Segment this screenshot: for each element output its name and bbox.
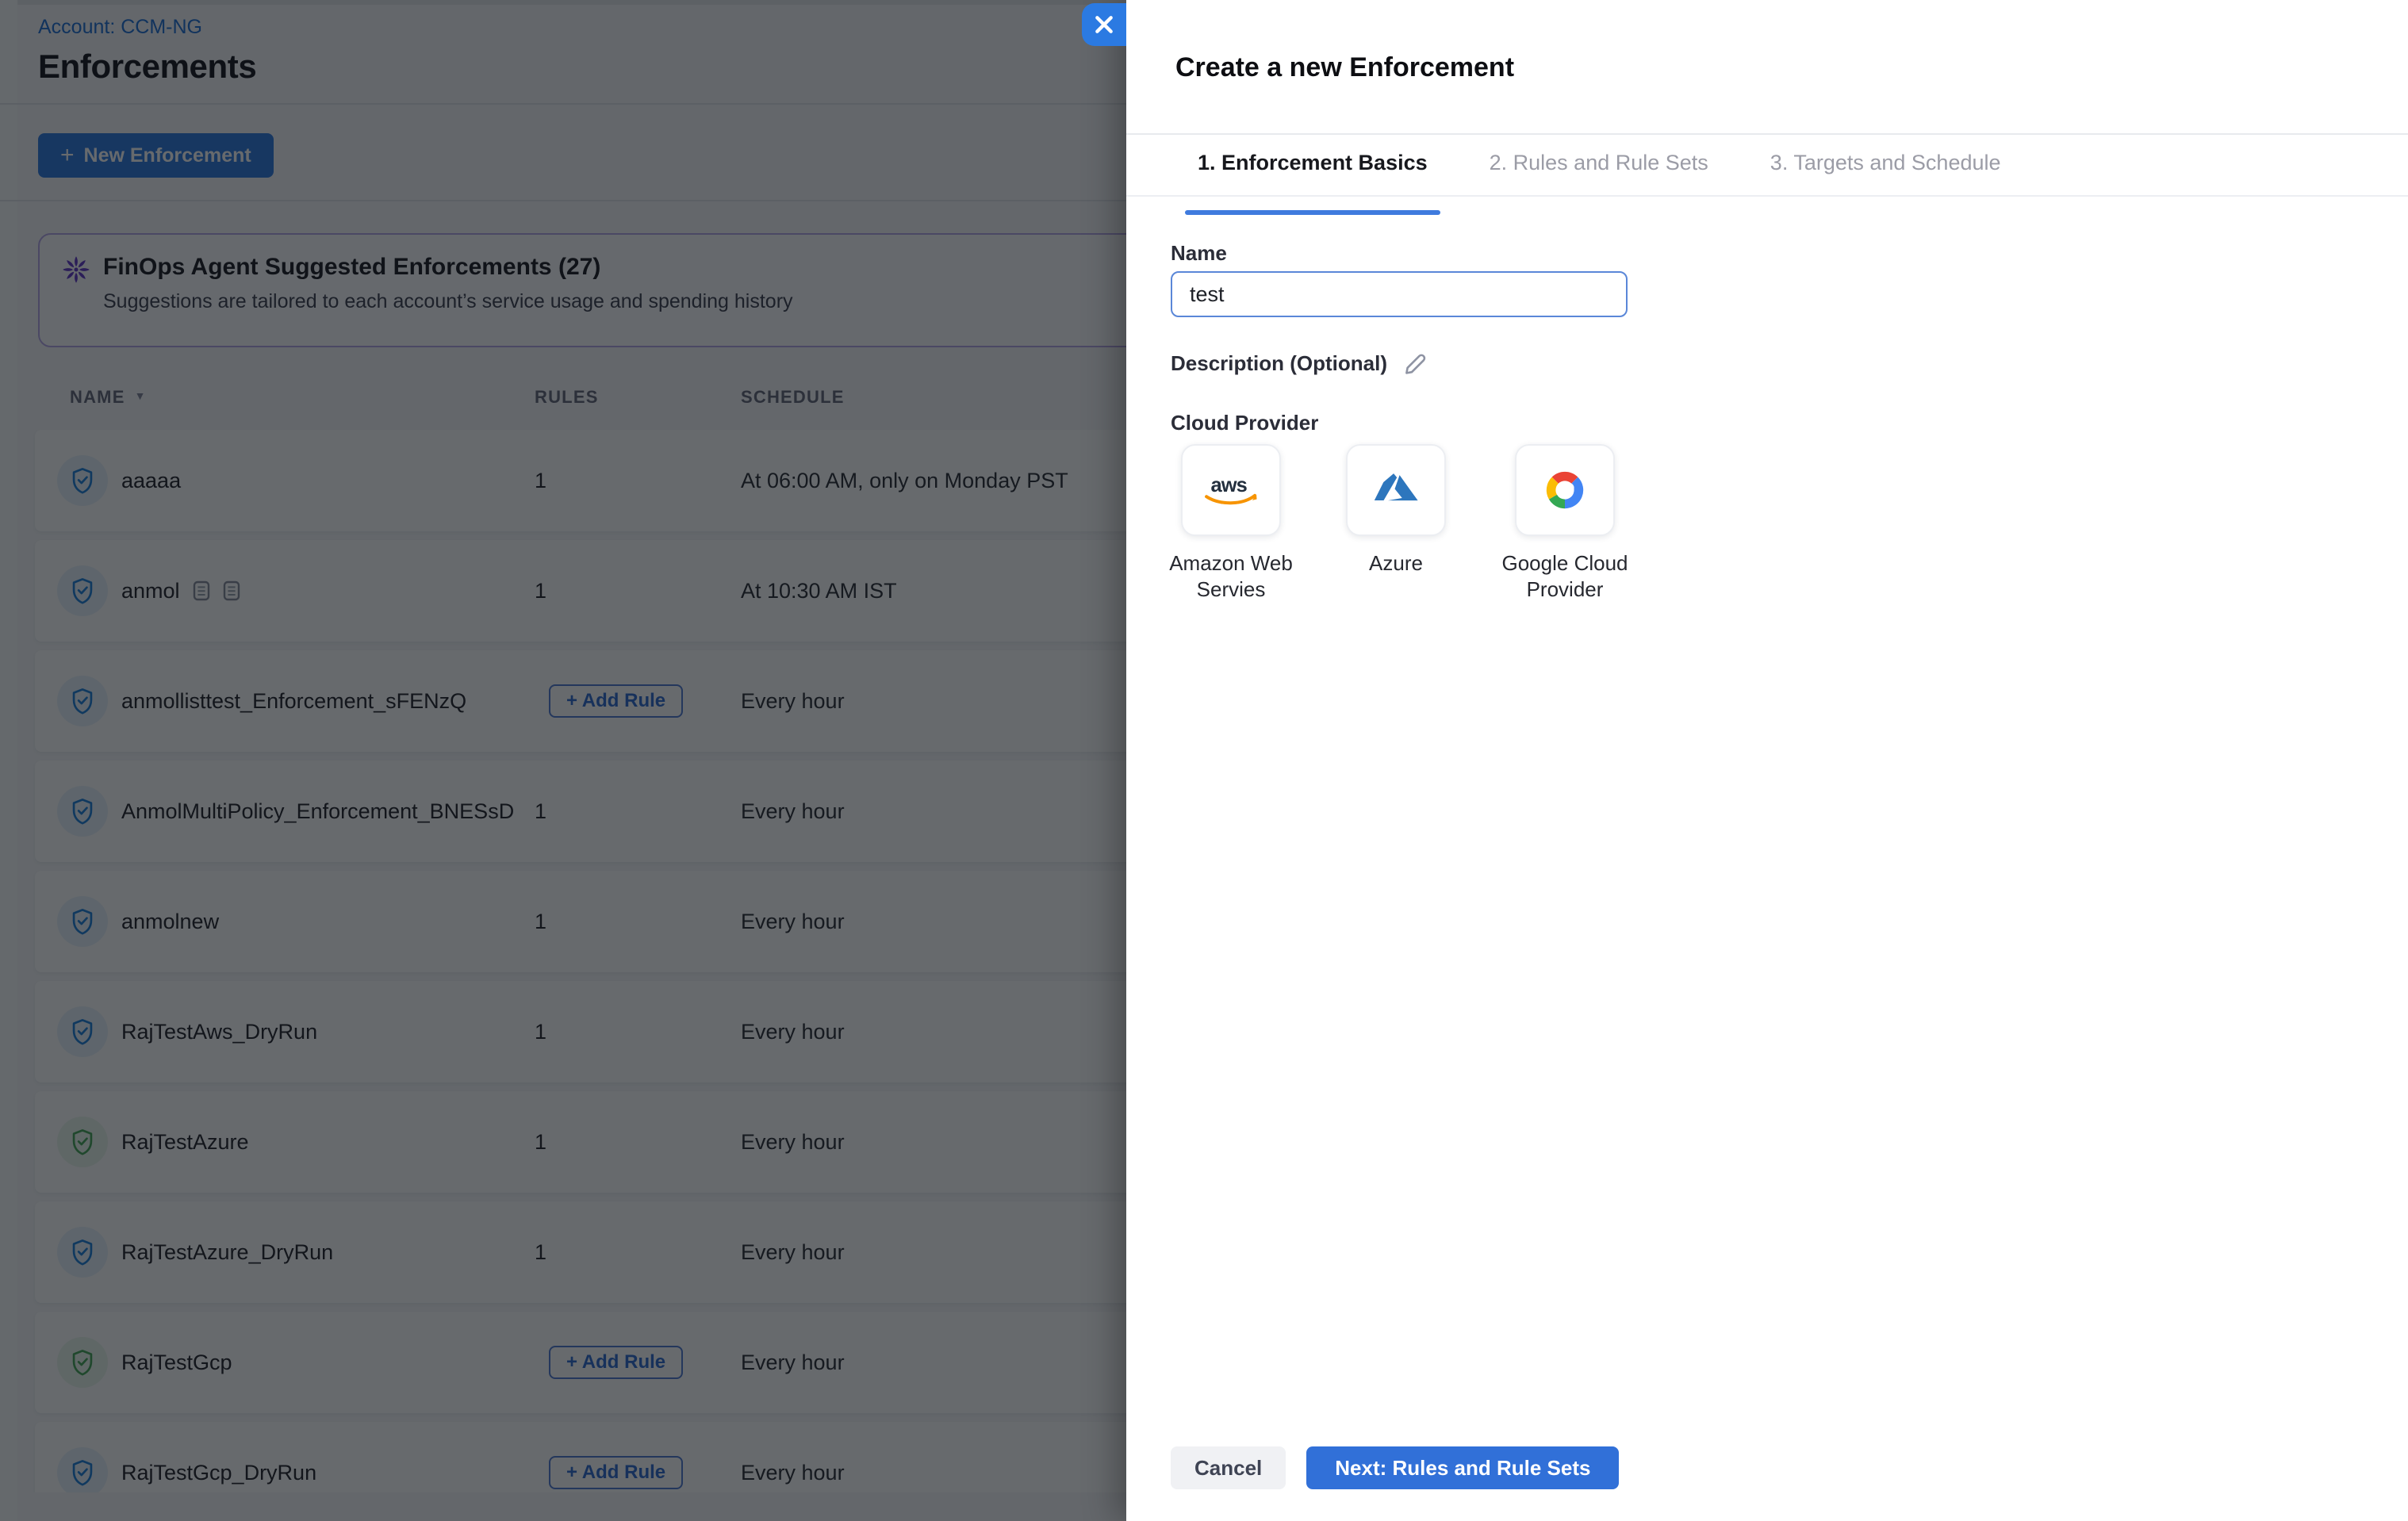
wizard-tab-3[interactable]: 3. Targets and Schedule	[1758, 151, 2014, 215]
description-label: Description (Optional)	[1171, 351, 1387, 376]
pencil-icon	[1403, 351, 1428, 376]
panel-title: Create a new Enforcement	[1175, 52, 1514, 83]
provider-label-aws: Amazon Web Servies	[1136, 550, 1326, 603]
cancel-button[interactable]: Cancel	[1171, 1446, 1286, 1489]
close-icon	[1094, 14, 1114, 35]
provider-card-gcp[interactable]	[1515, 444, 1615, 536]
create-enforcement-panel: Create a new Enforcement 1. Enforcement …	[1126, 0, 2408, 1521]
wizard-tabs: 1. Enforcement Basics 2. Rules and Rule S…	[1185, 151, 2014, 215]
close-button[interactable]	[1082, 3, 1126, 46]
svg-text:aws: aws	[1211, 474, 1248, 496]
app-root: Account: CCM-NG Enforcements + New Enfor…	[0, 0, 2408, 1521]
edit-description-button[interactable]	[1403, 351, 1428, 376]
divider	[1126, 133, 2408, 135]
wizard-tab-1[interactable]: 1. Enforcement Basics	[1185, 151, 1440, 215]
name-label: Name	[1171, 241, 1227, 266]
name-input[interactable]	[1171, 271, 1628, 317]
provider-card-azure[interactable]	[1346, 444, 1446, 536]
description-row: Description (Optional)	[1171, 351, 1428, 376]
provider-label-azure: Azure	[1301, 550, 1491, 577]
cloud-provider-label: Cloud Provider	[1171, 411, 1318, 435]
provider-card-aws[interactable]: aws	[1181, 444, 1281, 536]
provider-label-gcp: Google Cloud Provider	[1470, 550, 1660, 603]
panel-footer: Cancel Next: Rules and Rule Sets	[1171, 1446, 1619, 1489]
aws-logo-icon: aws	[1199, 471, 1263, 509]
wizard-tab-2[interactable]: 2. Rules and Rule Sets	[1477, 151, 1721, 215]
azure-logo-icon	[1372, 472, 1420, 508]
next-button[interactable]: Next: Rules and Rule Sets	[1306, 1446, 1619, 1489]
divider	[1126, 195, 2408, 197]
gcp-logo-icon	[1540, 467, 1589, 513]
